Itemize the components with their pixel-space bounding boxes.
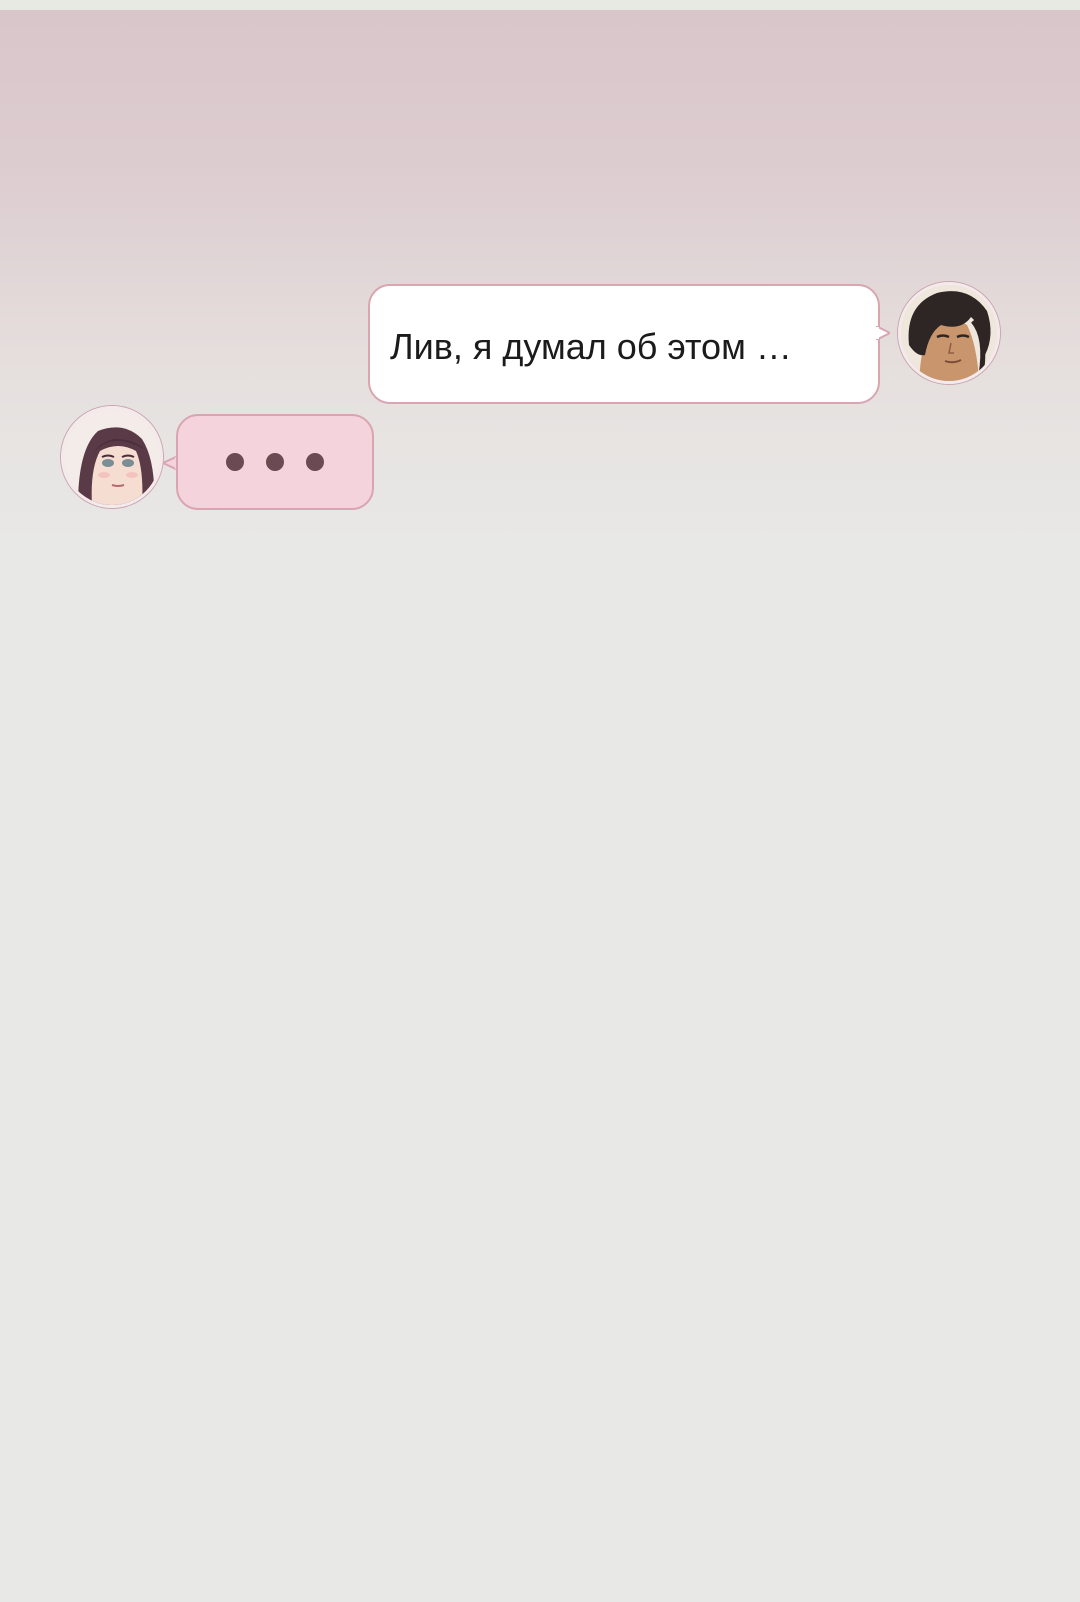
status-strip	[0, 0, 1080, 10]
typing-dot	[306, 453, 324, 471]
typing-dot	[266, 453, 284, 471]
message-bubble-outgoing: Лив, я думал об этом …	[368, 284, 880, 404]
typing-dot	[226, 453, 244, 471]
chat-background	[0, 10, 1080, 550]
bubble-tail-icon	[876, 326, 890, 340]
typing-dots-icon	[226, 453, 324, 471]
female-character-portrait-icon	[61, 406, 163, 508]
message-text: Лив, я думал об этом …	[390, 326, 792, 367]
message-bubble-incoming	[176, 414, 374, 510]
male-character-portrait-icon	[898, 282, 1000, 384]
